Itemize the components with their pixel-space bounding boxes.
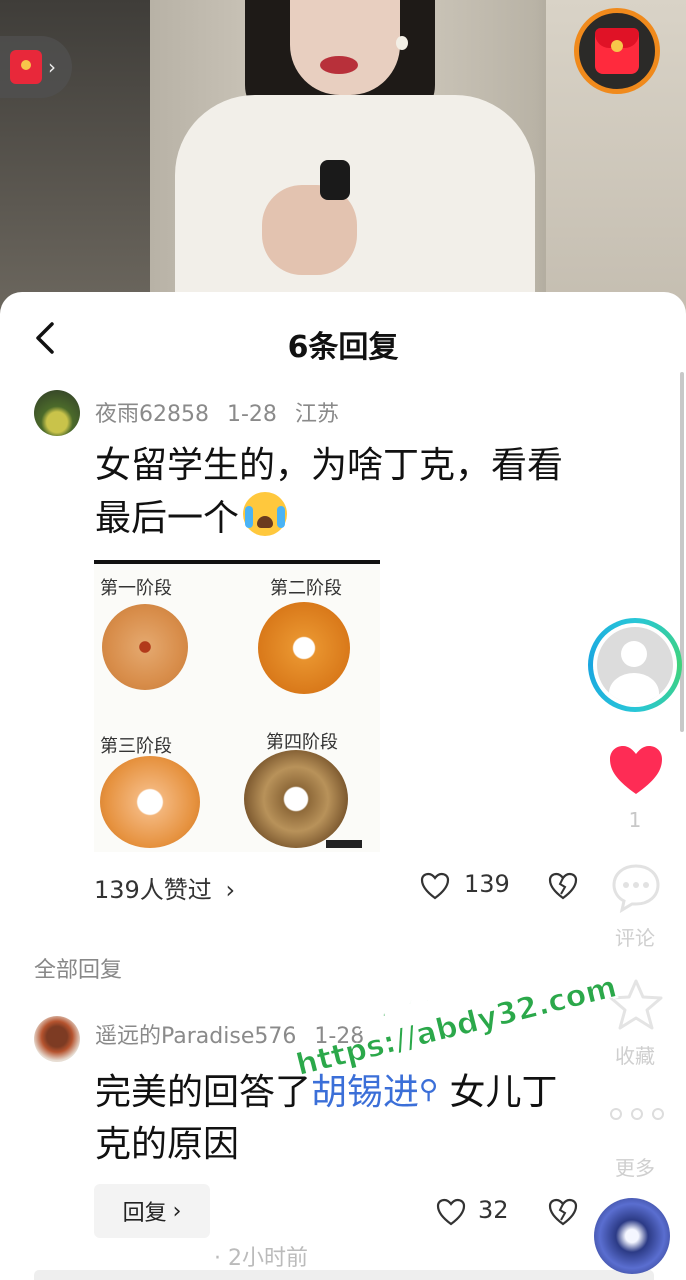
video-like-count: 1 [628,808,642,832]
donut-stage-4 [244,750,348,848]
donut-stage-3 [100,756,200,848]
like-count: 139 [464,870,510,898]
mention-link[interactable]: 胡锡进 [311,1072,419,1113]
music-disc-icon[interactable] [594,1198,670,1274]
stage-label: 第三阶段 [100,736,172,757]
video-person-earring [396,36,408,50]
sheet-title: 6条回复 [287,330,399,365]
reply-time: · 2小时前 [214,1246,308,1271]
red-packet-timer-button[interactable] [574,8,660,94]
search-icon[interactable]: ⚲ [419,1075,438,1105]
red-packet-icon [10,50,42,84]
dislike-icon[interactable] [548,1198,578,1226]
reply-line: 克的原因 [95,1124,240,1165]
image-stamp [326,840,362,848]
comment-text[interactable]: 女留学生的，为啥丁克，看看 最后一个 [95,440,655,545]
creator-avatar[interactable] [588,618,682,712]
comment-date: 1-28 [227,402,277,427]
replies-sheet: 6条回复 夜雨62858 1-28 江苏 女留学生的，为啥丁克，看看 最后一个 第一… [0,292,686,1280]
reply-text-segment: 女儿丁 [438,1072,558,1113]
heart-outline-icon[interactable] [420,872,450,900]
chevron-right-icon: › [48,55,56,79]
comment-location: 江苏 [294,402,339,427]
reply-line: 完美的回答了胡锡进⚲ 女儿丁 [95,1064,675,1119]
section-label: 全部回复 [34,958,123,983]
like-count: 32 [478,1196,509,1224]
comment-image[interactable]: 第一阶段 第二阶段 第三阶段 第四阶段 [94,560,380,852]
like-heart-icon[interactable] [608,744,664,796]
reply-text[interactable]: 完美的回答了胡锡进⚲ 女儿丁 克的原因 [95,1064,675,1171]
next-item-preview [34,1270,654,1280]
likers-text: 139人赞过 [94,876,212,904]
comment-line-with-emoji: 最后一个 [95,492,655,545]
avatar[interactable] [34,390,80,436]
stage-label: 第二阶段 [270,578,342,599]
video-person-blouse [175,95,535,320]
username[interactable]: 遥远的Paradise576 [95,1024,296,1049]
comment-icon[interactable] [610,862,662,914]
comment-label: 评论 [615,926,655,950]
avatar[interactable] [34,1016,80,1062]
donut-stage-1 [102,604,188,690]
donut-stage-2 [258,602,350,694]
favorite-star-icon[interactable] [608,978,664,1032]
more-dots-icon[interactable] [610,1108,664,1128]
red-packet-pill[interactable]: › [0,36,72,98]
username[interactable]: 夜雨62858 [95,402,209,427]
comment-line-text: 最后一个 [95,498,240,539]
likers-link[interactable]: 139人赞过 › [94,870,235,905]
reply-button-label: 回复 [122,1201,167,1226]
dislike-icon[interactable] [548,872,578,900]
chevron-right-icon: › [172,1198,182,1224]
video-person-lips [320,56,358,74]
more-label: 更多 [615,1156,655,1180]
video-person-face [290,0,400,95]
default-avatar-icon [597,627,673,703]
stage-label: 第一阶段 [100,578,172,599]
favorite-label: 收藏 [615,1044,655,1068]
comment-meta: 夜雨62858 1-28 江苏 [95,396,357,428]
creator-avatar-inner [593,623,677,707]
crying-emoji-icon [243,492,288,536]
comment-line: 女留学生的，为啥丁克，看看 [95,445,564,486]
video-held-object [320,160,350,200]
reply-text-segment: 完美的回答了 [95,1072,312,1113]
chevron-right-icon: › [225,876,236,904]
heart-outline-icon[interactable] [436,1198,466,1226]
red-packet-icon [595,28,639,74]
scrollbar[interactable] [680,372,684,732]
reply-button[interactable]: 回复 › [94,1184,210,1238]
